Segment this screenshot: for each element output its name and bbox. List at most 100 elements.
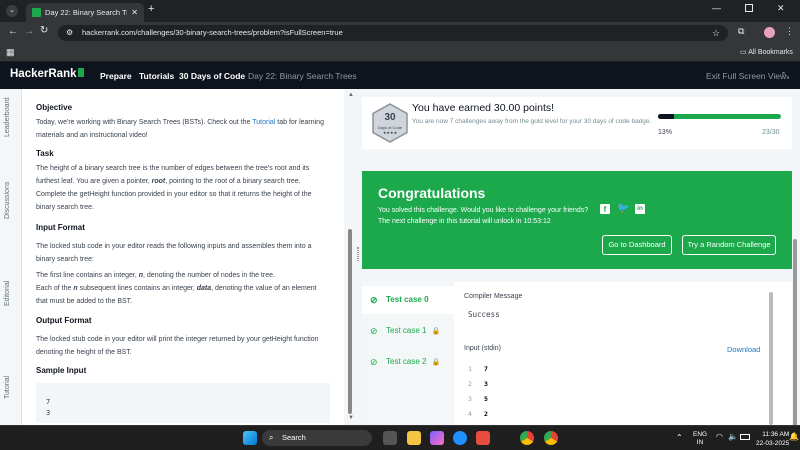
points-subtext: You are now 7 challenges away from the g…	[412, 118, 652, 125]
file-explorer-icon[interactable]	[407, 431, 421, 445]
side-tab-discussions[interactable]: Discussions	[4, 182, 11, 219]
congrats-title: Congratulations	[378, 185, 486, 201]
tab-search-icon[interactable]: ⌄	[6, 5, 18, 17]
output-format-heading: Output Format	[36, 316, 92, 325]
forward-icon[interactable]: →	[24, 26, 34, 37]
site-info-icon[interactable]: ⚙	[66, 25, 73, 41]
nav-prepare[interactable]: Prepare	[100, 71, 132, 81]
bookmarks-bar: ▦ ▭ All Bookmarks	[0, 44, 800, 62]
collapse-icon[interactable]: ⤡	[782, 70, 789, 81]
profile-avatar[interactable]	[764, 27, 775, 38]
drag-handle-icon[interactable]	[357, 247, 359, 261]
folder-icon: ▭	[740, 49, 747, 56]
reload-icon[interactable]: ↻	[40, 25, 48, 36]
browser-menu-icon[interactable]: ⋮	[785, 26, 794, 37]
lock-icon: 🔒	[431, 359, 441, 366]
results-scrollbar[interactable]	[793, 239, 797, 429]
side-tab-leaderboard[interactable]: Leaderboard	[4, 97, 11, 137]
copilot-icon[interactable]	[430, 431, 444, 445]
notification-bell-icon[interactable]: 🔔	[789, 432, 799, 441]
apps-grid-icon[interactable]: ▦	[6, 47, 15, 58]
brand-logo[interactable]: HackerRank	[10, 68, 85, 80]
language-code: ENG	[693, 431, 708, 438]
task-view-icon[interactable]	[383, 431, 397, 445]
input-format-text: The locked stub code in your editor read…	[36, 243, 312, 263]
scroll-down-icon[interactable]: ▼	[348, 415, 354, 421]
congrats-line-1: You solved this challenge. Would you lik…	[378, 207, 589, 214]
progress-percent: 13%	[658, 129, 673, 136]
badge-number: 30	[384, 112, 396, 123]
check-circle-icon: ⊘	[370, 295, 378, 305]
exit-fullscreen-link[interactable]: Exit Full Screen View	[706, 71, 786, 81]
windows-start-icon[interactable]	[243, 431, 257, 445]
test-case-2-tab[interactable]: ⊘ Test case 2 🔒	[362, 348, 454, 376]
input-format-line-2: Each of the n subsequent lines contains …	[36, 285, 317, 305]
nav-tutorials[interactable]: Tutorials	[139, 71, 174, 81]
go-to-dashboard-button[interactable]: Go to Dashboard	[602, 235, 672, 255]
chrome-active-icon[interactable]	[544, 431, 558, 445]
compiler-message-label: Compiler Message	[464, 293, 523, 300]
sample-line: 3	[46, 409, 51, 417]
bookmark-star-icon[interactable]: ☆	[712, 25, 720, 41]
test-case-label: Test case 1	[386, 326, 427, 335]
objective-text: Today, we're working with Binary Search …	[36, 119, 324, 139]
twitter-share-icon[interactable]: 🐦	[617, 203, 629, 214]
browser-tab-active[interactable]: Day 22: Binary Search Trees | H ✕	[26, 3, 144, 22]
volume-icon[interactable]: 🔈	[728, 432, 738, 441]
wifi-icon[interactable]: ◠	[716, 432, 723, 441]
test-results-panel: ⊘ Test case 0 ⊘ Test case 1 🔒 ⊘ Test cas…	[362, 282, 792, 425]
test-case-detail: Compiler Message Success Input (stdin) D…	[454, 282, 784, 425]
search-icon: ⌕	[269, 433, 274, 442]
address-bar[interactable]: ⚙ hackerrank.com/challenges/30-binary-se…	[58, 25, 728, 41]
download-link[interactable]: Download	[727, 345, 760, 354]
minimize-icon[interactable]: —	[712, 3, 721, 13]
problem-scrollbar[interactable]	[348, 229, 352, 414]
input-line: 42	[468, 410, 488, 418]
battery-icon[interactable]	[740, 434, 750, 440]
chrome-icon[interactable]	[520, 431, 534, 445]
points-card: 30 Days of Code ★★★★ You have earned 30.…	[362, 97, 792, 149]
clock-date: 22-03-2025	[756, 440, 790, 447]
edge-browser-icon[interactable]	[453, 431, 467, 445]
tray-chevron-icon[interactable]: ⌃	[676, 433, 683, 442]
congratulations-card: Congratulations You solved this challeng…	[362, 171, 792, 269]
test-case-1-tab[interactable]: ⊘ Test case 1 🔒	[362, 317, 454, 345]
brand-block-icon	[78, 68, 85, 77]
new-tab-icon[interactable]: +	[148, 3, 154, 15]
scroll-up-icon[interactable]: ▲	[348, 92, 354, 98]
linkedin-share-icon[interactable]: in	[635, 204, 645, 214]
windows-taskbar: ⌕ Search ⌃ ENG IN ◠ 🔈 11:36 AM 22-03-202…	[0, 425, 800, 450]
tutorial-link[interactable]: Tutorial	[252, 119, 275, 126]
clock-time: 11:36 AM	[762, 431, 790, 438]
side-tabs: Leaderboard Discussions Editorial Tutori…	[0, 89, 22, 425]
tab-close-icon[interactable]: ✕	[131, 8, 138, 17]
store-icon[interactable]	[476, 431, 490, 445]
window-close-icon[interactable]: ✕	[777, 3, 785, 14]
taskbar-search-box[interactable]: ⌕ Search	[262, 430, 372, 446]
maximize-icon[interactable]	[745, 4, 753, 12]
progress-fill	[658, 114, 674, 119]
pane-divider[interactable]: ▲ ▼	[344, 89, 360, 425]
side-tab-tutorial[interactable]: Tutorial	[4, 376, 11, 399]
main-content: Leaderboard Discussions Editorial Tutori…	[0, 89, 800, 429]
test-case-0-tab[interactable]: ⊘ Test case 0	[362, 286, 454, 314]
facebook-share-icon[interactable]: f	[600, 204, 610, 214]
try-random-challenge-button[interactable]: Try a Random Challenge	[682, 235, 776, 255]
test-case-list: ⊘ Test case 0 ⊘ Test case 1 🔒 ⊘ Test cas…	[362, 282, 454, 425]
progress-track	[658, 114, 781, 119]
extensions-icon[interactable]: ⧉	[738, 26, 744, 37]
detail-scrollbar[interactable]	[769, 292, 773, 425]
all-bookmarks[interactable]: ▭ All Bookmarks	[740, 48, 793, 56]
congrats-line-2: The next challenge in this tutorial will…	[378, 218, 551, 225]
test-case-label: Test case 2	[386, 357, 427, 366]
progress-count: 23/30	[762, 129, 780, 136]
points-headline: You have earned 30.00 points!	[412, 102, 555, 114]
clock[interactable]: 11:36 AM 22-03-2025	[756, 430, 789, 448]
back-icon[interactable]: ←	[8, 26, 18, 37]
nav-30-days[interactable]: 30 Days of Code	[179, 71, 245, 81]
hackerrank-nav: HackerRank Prepare Tutorials 30 Days of …	[0, 62, 800, 89]
test-case-label: Test case 0	[386, 295, 429, 304]
side-tab-editorial[interactable]: Editorial	[4, 281, 11, 306]
input-line-row: 17 23 35 42	[468, 362, 488, 422]
language-indicator[interactable]: ENG IN	[693, 431, 707, 447]
